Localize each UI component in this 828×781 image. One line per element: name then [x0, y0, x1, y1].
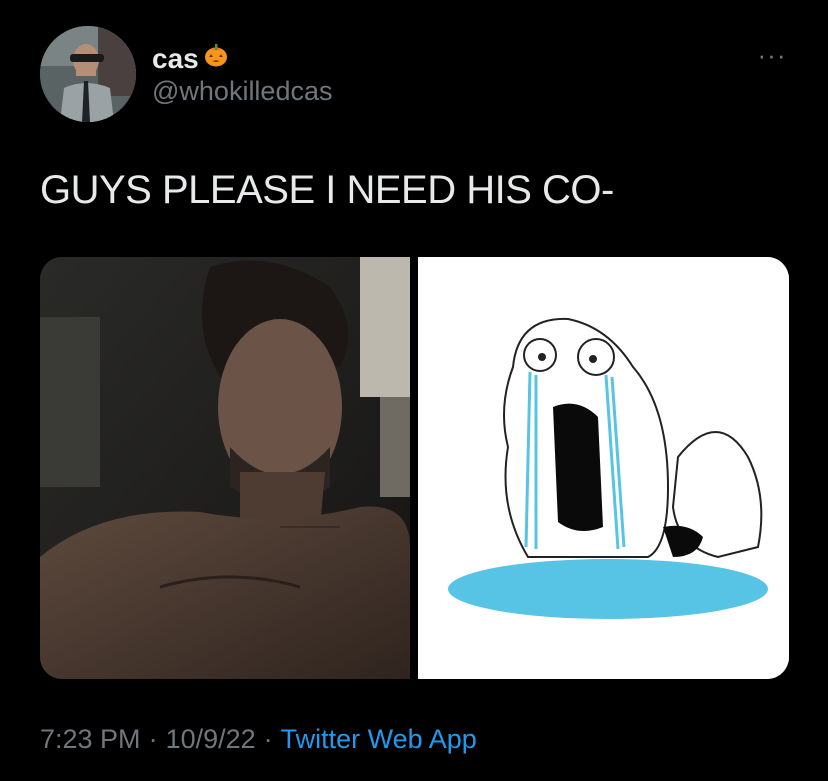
crying-meme-drawing: [418, 257, 789, 679]
pumpkin-icon: [203, 42, 229, 75]
meta-separator: ·: [148, 724, 158, 754]
more-options-icon[interactable]: ···: [752, 40, 792, 70]
avatar[interactable]: [40, 26, 136, 122]
display-name[interactable]: cas: [152, 42, 229, 75]
media-grid: [40, 257, 789, 679]
media-photo-right[interactable]: [418, 257, 789, 679]
tweet-date[interactable]: 10/9/22: [166, 724, 256, 755]
media-photo-left[interactable]: [40, 257, 410, 679]
tweet-meta: 7:23 PM · 10/9/22 · Twitter Web App: [40, 724, 477, 755]
shirtless-man-photo: [40, 257, 410, 679]
tweet-source-link[interactable]: Twitter Web App: [281, 724, 477, 755]
meta-separator: ·: [263, 724, 273, 754]
display-name-text: cas: [152, 42, 199, 74]
user-handle[interactable]: @whokilledcas: [152, 76, 332, 107]
tweet-time[interactable]: 7:23 PM: [40, 724, 141, 755]
tweet-text: GUYS PLEASE I NEED HIS CO-: [40, 168, 614, 212]
avatar-photo: [40, 26, 136, 122]
